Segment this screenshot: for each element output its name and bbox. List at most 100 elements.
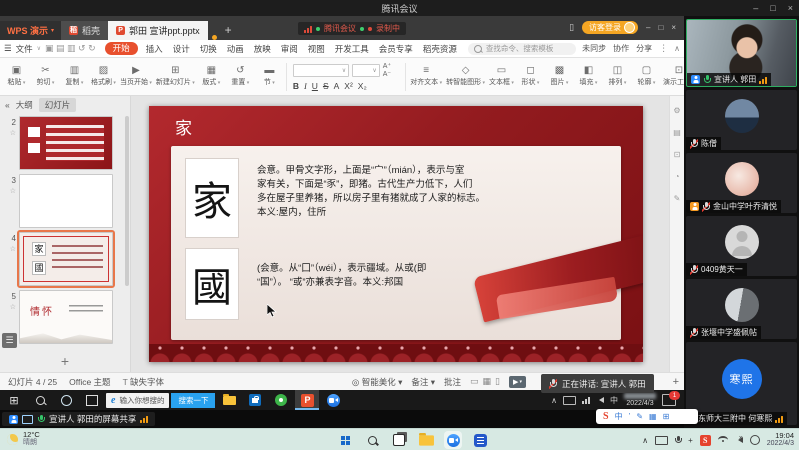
ribbon-arrange-button[interactable]: ◫排列: [603, 60, 632, 94]
ribbon-copy-button[interactable]: ▥复制: [60, 60, 89, 94]
menu-tab-5[interactable]: 动画: [222, 40, 249, 58]
menu-tab-1[interactable]: 开始: [105, 42, 138, 55]
power-icon[interactable]: [750, 435, 760, 445]
zoom-in-button[interactable]: +: [673, 376, 679, 388]
clock[interactable]: 19:04 2022/4/3: [767, 432, 794, 448]
plus-icon[interactable]: +: [688, 436, 693, 445]
beautify-button[interactable]: ◎ 智能美化 ▾: [352, 376, 402, 388]
ribbon-new-slide-button[interactable]: ⊞新建幻灯片: [154, 60, 197, 94]
ribbon-smart-graphic-button[interactable]: ◇转智能图形: [444, 60, 487, 94]
ribbon-text-box-button[interactable]: ▭文本框: [487, 60, 516, 94]
keyboard-icon[interactable]: [563, 396, 576, 405]
quick-access-toolbar[interactable]: ▣ ▤ ▥ ↺ ↻: [45, 43, 96, 54]
panel-icon[interactable]: ◔: [675, 172, 680, 181]
meeting-status-chip[interactable]: 腾讯会议 录制中: [298, 22, 406, 35]
command-search-box[interactable]: 查找命令、搜索模板: [468, 43, 576, 55]
hamburger-icon[interactable]: ☰: [4, 43, 12, 54]
collapse-ribbon-icon[interactable]: ∧: [674, 44, 680, 53]
panel-icon[interactable]: ⊡: [674, 150, 681, 159]
collapse-panel-icon[interactable]: «: [5, 100, 10, 110]
ribbon-reset-button[interactable]: ↺重置: [226, 60, 255, 94]
start-button[interactable]: [336, 431, 354, 449]
ribbon-layout-button[interactable]: ▦版式: [197, 60, 226, 94]
guest-login-button[interactable]: 访客登录: [582, 21, 638, 34]
minimize-button[interactable]: –: [753, 3, 758, 13]
sidebar-toggle-icon[interactable]: ▯: [569, 22, 574, 33]
cortana-button[interactable]: [54, 390, 78, 410]
star-icon[interactable]: ☆: [10, 245, 16, 253]
star-icon[interactable]: ☆: [10, 187, 16, 195]
wps-presentation-button[interactable]: P: [295, 390, 319, 410]
format-b-button[interactable]: B: [293, 81, 299, 91]
thumbnail-scrollbar[interactable]: [125, 116, 129, 286]
quick-action-1[interactable]: 未同步: [582, 43, 606, 54]
sogou-ime-bar[interactable]: S 中 ’ ✎ ▦ ⊞: [596, 409, 698, 424]
task-view-button[interactable]: [80, 390, 104, 410]
ime-indicator[interactable]: 中: [610, 395, 618, 406]
ribbon-paste-button[interactable]: ▣粘贴: [2, 60, 31, 94]
ribbon-section-button[interactable]: ▬节: [255, 60, 284, 94]
store-button[interactable]: [243, 390, 267, 410]
participant-tile[interactable]: 0409黄天一: [686, 216, 797, 276]
font-name-select[interactable]: ∨: [293, 64, 349, 77]
network-icon[interactable]: [582, 396, 590, 404]
ime-punct-icon[interactable]: ’: [629, 412, 631, 421]
browser-360-button[interactable]: [269, 390, 293, 410]
slide-menu-button[interactable]: ☰: [2, 333, 17, 348]
tab-outline[interactable]: 大纲: [16, 99, 33, 111]
tencent-meeting-button[interactable]: [321, 390, 345, 410]
tab-document[interactable]: P 郭田 宣讲ppt.pptx: [108, 21, 208, 40]
maximize-button[interactable]: □: [770, 3, 775, 13]
participant-tile[interactable]: 宣讲人 郭田: [686, 19, 797, 87]
slide-thumbnail-2[interactable]: [19, 116, 113, 170]
quick-action-2[interactable]: 协作: [613, 43, 629, 54]
menu-tab-10[interactable]: 会员专享: [374, 40, 418, 58]
tencent-meeting-button[interactable]: [444, 431, 462, 449]
tray-expand-icon[interactable]: ∧: [551, 396, 557, 405]
comments-button[interactable]: 批注: [444, 376, 461, 388]
start-button[interactable]: ⊞: [2, 390, 26, 410]
format-u-button[interactable]: U: [312, 81, 318, 91]
file-explorer-button[interactable]: [417, 431, 435, 449]
menu-tab-9[interactable]: 开发工具: [330, 40, 374, 58]
task-view-button[interactable]: [390, 431, 408, 449]
search-go-button[interactable]: 搜索一下: [171, 393, 215, 408]
volume-icon[interactable]: [596, 397, 604, 403]
tray-expand-icon[interactable]: ∧: [642, 436, 648, 445]
ime-pen-icon[interactable]: ✎: [636, 412, 643, 421]
menu-tab-11[interactable]: 稻壳资源: [418, 40, 462, 58]
participant-tile[interactable]: 寒熙华东师大三附中 何寒熙: [686, 342, 797, 425]
slide-thumbnail-3[interactable]: [19, 174, 113, 228]
taskbar-search-box[interactable]: e 输入你想搜的: [106, 393, 169, 408]
weather-widget[interactable]: 12°C 晴朗: [7, 431, 40, 447]
screen-share-pill[interactable]: 宣讲人 郭田的屏幕共享: [2, 412, 155, 426]
wps-close-button[interactable]: ×: [671, 23, 676, 32]
notes-button[interactable]: 备注 ▾: [411, 376, 435, 388]
tab-slides[interactable]: 幻灯片: [39, 98, 77, 112]
menu-tab-2[interactable]: 插入: [141, 40, 168, 58]
search-button[interactable]: [363, 431, 381, 449]
ribbon-present-tools-button[interactable]: ⊡演示工具: [661, 60, 684, 94]
ribbon-align-text-button[interactable]: ≡对齐文本: [408, 60, 444, 94]
tab-rice-store[interactable]: 稻 稻壳: [61, 21, 108, 40]
menu-tab-8[interactable]: 视图: [303, 40, 330, 58]
reading-view-icon[interactable]: ▯: [495, 376, 500, 387]
slideshow-button[interactable]: ▶▾: [509, 376, 526, 388]
ime-board-icon[interactable]: ▦: [649, 412, 657, 421]
wps-minimize-button[interactable]: –: [646, 23, 650, 32]
notification-icon[interactable]: 1: [662, 394, 676, 406]
star-icon[interactable]: ☆: [10, 129, 16, 137]
panel-icon[interactable]: ✎: [674, 194, 681, 203]
participant-tile[interactable]: 陈僧: [686, 90, 797, 150]
search-button[interactable]: [28, 390, 52, 410]
slide-thumbnail-5[interactable]: 情怀: [19, 290, 113, 344]
missing-font-warning[interactable]: T 缺失字体: [123, 376, 164, 388]
participant-tile[interactable]: 张堰中学盛佩帖: [686, 279, 797, 339]
ribbon-cut-button[interactable]: ✂剪切: [31, 60, 60, 94]
format-s-button[interactable]: S: [323, 81, 329, 91]
slide-canvas[interactable]: 家 家 会意。甲骨文字形，上面是“宀”（mián），表示与室 家有关，下面是“豕…: [131, 96, 669, 372]
ribbon-outline-button[interactable]: ▢轮廓: [632, 60, 661, 94]
ribbon-play-from-page-button[interactable]: ▶当页开始: [118, 60, 154, 94]
menu-tab-4[interactable]: 切换: [195, 40, 222, 58]
participant-tile[interactable]: 金山中学叶乔清悦: [686, 153, 797, 213]
